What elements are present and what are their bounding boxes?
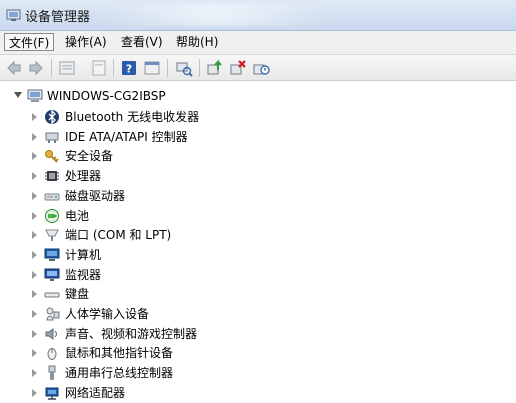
disk-drive-icon	[44, 193, 60, 201]
hid-icon	[46, 307, 60, 321]
expand-chevron-icon[interactable]	[32, 113, 37, 121]
svg-text:?: ?	[126, 63, 132, 76]
collapse-chevron-icon[interactable]	[14, 92, 22, 98]
tree-node-label: 磁盘驱动器	[65, 188, 126, 203]
expand-chevron-icon[interactable]	[32, 329, 37, 338]
bluetooth-icon	[45, 109, 59, 125]
tree-node-label: IDE ATA/ATAPI 控制器	[65, 129, 188, 144]
update-icon[interactable]	[206, 59, 224, 77]
tree-node[interactable]: Bluetooth 无线电收发器	[0, 107, 516, 127]
forward-icon[interactable]	[27, 59, 45, 77]
tree-node-label: 通用串行总线控制器	[65, 366, 174, 381]
tree-node[interactable]: 磁盘驱动器	[0, 186, 516, 206]
battery-icon	[45, 208, 59, 223]
sound-icon	[45, 327, 57, 340]
mouse-icon	[47, 348, 57, 361]
expand-chevron-icon[interactable]	[32, 172, 37, 181]
computer-root-icon	[27, 89, 43, 102]
monitor-icon	[44, 268, 60, 281]
key-icon	[45, 150, 59, 163]
tree-node[interactable]: 安全设备	[0, 146, 516, 166]
tree-node-label: 端口 (COM 和 LPT)	[65, 228, 172, 243]
expand-chevron-icon[interactable]	[32, 250, 37, 259]
menu-action[interactable]: 操作(A)	[61, 33, 111, 51]
tree-node-label: 鼠标和其他指针设备	[65, 346, 174, 361]
menu-file[interactable]: 文件(F)	[4, 33, 55, 51]
ide-controller-icon	[45, 132, 59, 143]
tree-node[interactable]: 计算机	[0, 245, 516, 265]
tree-node[interactable]: 声音、视频和游戏控制器	[0, 324, 516, 344]
tree-node[interactable]: 鼠标和其他指针设备	[0, 343, 516, 363]
expand-chevron-icon[interactable]	[32, 211, 37, 220]
keyboard-icon	[44, 292, 60, 298]
expand-chevron-icon[interactable]	[32, 310, 37, 318]
title-glass-blur	[100, 4, 330, 26]
menu-help[interactable]: 帮助(H)	[172, 33, 222, 51]
menu-view[interactable]: 查看(V)	[117, 33, 167, 51]
expand-chevron-icon[interactable]	[32, 191, 37, 200]
port-icon	[45, 229, 59, 242]
expand-chevron-icon[interactable]	[32, 290, 37, 299]
root-label: WINDOWS-CG2IBSP	[47, 89, 166, 103]
tree-node-label: 计算机	[65, 247, 102, 262]
toolbar-separator	[113, 59, 114, 77]
expand-chevron-icon[interactable]	[32, 369, 37, 378]
processor-icon	[45, 171, 59, 182]
update-driver-icon[interactable]	[90, 59, 108, 77]
computer-icon	[44, 248, 60, 261]
toolbar-separator	[167, 59, 168, 77]
tree-node-label: 安全设备	[65, 149, 114, 164]
device-manager-icon	[6, 9, 21, 21]
tree-node[interactable]: 键盘	[0, 284, 516, 304]
tree-node[interactable]: 通用串行总线控制器	[0, 363, 516, 383]
help-icon[interactable]: ?	[120, 59, 138, 77]
scan-hardware-icon[interactable]	[175, 59, 193, 77]
toolbar: ?	[0, 55, 516, 81]
tree-node-label: 电池	[65, 208, 90, 223]
expand-chevron-icon[interactable]	[32, 132, 37, 141]
device-tree[interactable]: WINDOWS-CG2IBSP Bluetooth 无线电收发器 IDE ATA/…	[0, 81, 516, 400]
expand-chevron-icon[interactable]	[32, 270, 37, 279]
tree-node[interactable]: 处理器	[0, 166, 516, 186]
expand-chevron-icon[interactable]	[32, 388, 37, 397]
tree-node-label: 声音、视频和游戏控制器	[65, 326, 198, 341]
tree-node-label: 人体学输入设备	[65, 307, 150, 321]
expand-chevron-icon[interactable]	[32, 231, 37, 240]
usb-icon	[48, 365, 56, 381]
tree-node-label: 处理器	[65, 169, 102, 184]
back-icon[interactable]	[5, 59, 23, 77]
disable-icon[interactable]	[252, 59, 270, 77]
expand-chevron-icon[interactable]	[32, 152, 37, 161]
tree-node-label: Bluetooth 无线电收发器	[65, 110, 200, 124]
toolbar-separator	[51, 59, 52, 77]
tree-node[interactable]: 端口 (COM 和 LPT)	[0, 225, 516, 245]
tree-node[interactable]: 监视器	[0, 265, 516, 285]
toolbar-separator	[199, 59, 200, 77]
expand-chevron-icon[interactable]	[32, 349, 37, 358]
tree-node[interactable]: 电池	[0, 206, 516, 226]
view-icon[interactable]	[143, 59, 161, 77]
title-bar[interactable]: 设备管理器	[0, 0, 516, 31]
menu-bar: 文件(F) 操作(A) 查看(V) 帮助(H)	[0, 31, 516, 55]
window-title: 设备管理器	[25, 10, 91, 25]
tree-node[interactable]: 人体学输入设备	[0, 304, 516, 324]
network-adapter-icon	[45, 387, 59, 400]
tree-node-label: 键盘	[65, 287, 90, 302]
uninstall-icon[interactable]	[229, 59, 247, 77]
tree-node[interactable]: IDE ATA/ATAPI 控制器	[0, 127, 516, 147]
properties-icon[interactable]	[58, 59, 76, 77]
tree-node-label: 监视器	[65, 267, 102, 282]
